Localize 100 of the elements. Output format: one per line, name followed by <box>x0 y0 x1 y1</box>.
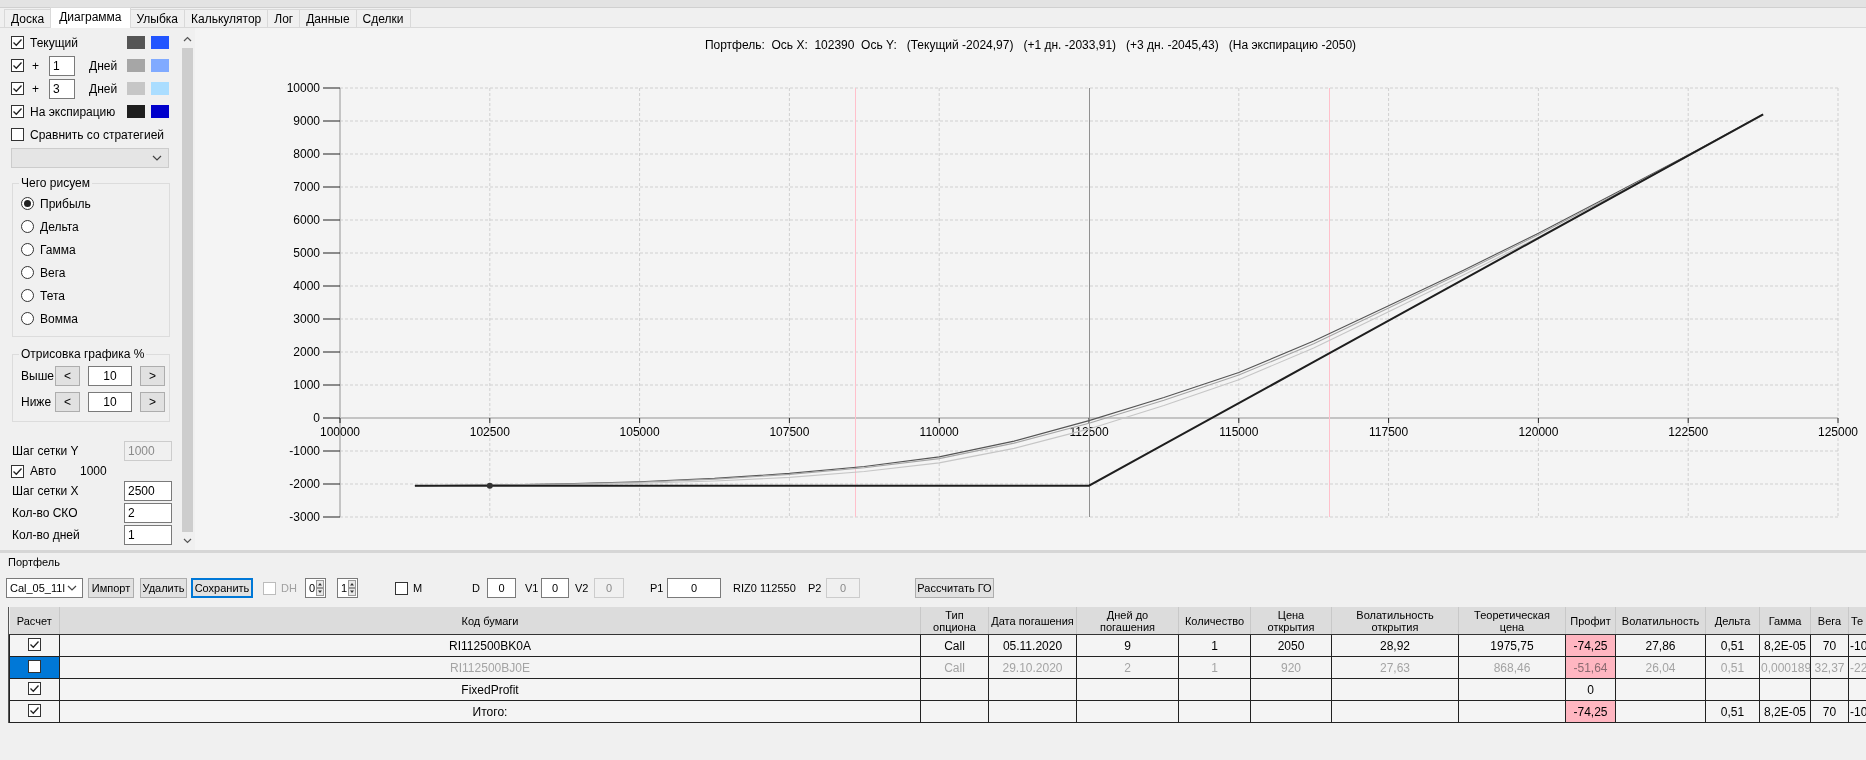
tab[interactable]: Калькулятор <box>184 9 269 27</box>
y-tick-label: 10000 <box>286 81 320 95</box>
column-header[interactable]: Дней до погашения <box>1076 607 1179 635</box>
value-field[interactable]: 0 <box>667 578 721 598</box>
column-header[interactable]: Тип опциона <box>920 607 989 635</box>
table-cell: RI112500BK0A <box>449 638 531 653</box>
checkbox-label: M <box>413 582 423 594</box>
y-tick-label: 0 <box>313 411 320 425</box>
percent-field[interactable]: 10 <box>88 366 132 386</box>
setting-field[interactable]: 2500 <box>124 481 172 501</box>
toolbar-button[interactable]: Сохранить <box>191 578 253 598</box>
setting-label: Шаг сетки X <box>12 484 79 498</box>
increase-button[interactable]: > <box>140 392 165 412</box>
radio-button[interactable] <box>21 266 34 279</box>
x-tick-label: 125000 <box>1818 425 1858 439</box>
radio-button[interactable] <box>21 197 34 210</box>
table-cell: 0,51 <box>1720 638 1745 653</box>
column-header[interactable]: Количество <box>1178 607 1251 635</box>
checkbox[interactable] <box>11 36 24 49</box>
column-header[interactable]: Код бумаги <box>59 607 921 635</box>
tab[interactable]: Диаграмма <box>50 7 131 28</box>
radio-button[interactable] <box>21 312 34 325</box>
setting-field[interactable]: 2 <box>124 503 172 523</box>
table-cell: 29.10.2020 <box>1002 660 1063 675</box>
color-swatch[interactable] <box>151 82 169 95</box>
value-field[interactable]: 0 <box>487 578 516 598</box>
setting-field[interactable]: 1 <box>124 525 172 545</box>
tab[interactable]: Доска <box>4 9 52 27</box>
column-header[interactable]: Теоретическая цена <box>1458 607 1566 635</box>
days-field[interactable]: 3 <box>49 78 75 99</box>
scroll-down-icon[interactable] <box>183 538 192 544</box>
spin-box[interactable]: 1 <box>337 578 358 598</box>
table-cell: 26,04 <box>1645 660 1676 675</box>
toolbar-button[interactable]: Рассчитать ГО <box>915 578 994 598</box>
toolbar-button[interactable]: Удалить <box>140 578 187 598</box>
radio-button[interactable] <box>21 243 34 256</box>
scrollbar-thumb[interactable] <box>182 48 193 532</box>
selected-cell[interactable] <box>9 656 60 679</box>
tab[interactable]: Сделки <box>355 9 411 27</box>
color-swatch[interactable] <box>127 59 145 72</box>
value-field[interactable]: 0 <box>541 578 569 598</box>
checkbox[interactable] <box>11 82 24 95</box>
radio-label: Вомма <box>40 311 78 326</box>
percent-field[interactable]: 10 <box>88 392 132 412</box>
checkbox[interactable] <box>28 704 41 717</box>
spin-arrows-icon[interactable] <box>348 580 356 596</box>
range-label: Выше <box>21 369 55 383</box>
checkbox[interactable] <box>28 659 41 673</box>
curve-label: Текущий <box>30 35 78 50</box>
column-header[interactable]: Расчет <box>9 607 60 635</box>
group-title: Портфель <box>8 556 60 568</box>
group-title: Чего рисуем <box>20 176 91 190</box>
color-swatch[interactable] <box>127 105 145 118</box>
checkbox[interactable] <box>11 128 24 141</box>
checkbox[interactable] <box>11 464 24 478</box>
increase-button[interactable]: > <box>140 366 165 386</box>
tab[interactable]: Данные <box>299 9 357 27</box>
column-header[interactable]: Волатильность <box>1615 607 1706 635</box>
spin-arrows-icon[interactable] <box>316 580 324 596</box>
portfolio-select[interactable]: Cal_05_11l <box>6 578 83 598</box>
color-swatch[interactable] <box>151 36 169 49</box>
color-swatch[interactable] <box>151 59 169 72</box>
column-header[interactable]: Дельта <box>1705 607 1760 635</box>
spin-box[interactable]: 0 <box>305 578 326 598</box>
table-cell: 1 <box>1211 638 1218 653</box>
toolbar-button[interactable]: Импорт <box>88 578 134 598</box>
checkbox-label: Авто <box>30 464 58 478</box>
table-cell: 0,51 <box>1720 660 1745 675</box>
radio-label: Тета <box>40 288 65 303</box>
days-field[interactable]: 1 <box>49 55 75 76</box>
setting-label: Шаг сетки Y <box>12 444 79 458</box>
color-swatch[interactable] <box>151 105 169 118</box>
days-label: Дней <box>89 58 118 73</box>
table-cell: FixedProfit <box>461 682 519 697</box>
decrease-button[interactable]: < <box>55 392 80 412</box>
checkbox[interactable] <box>11 59 24 72</box>
table-cell: -10 <box>1850 638 1866 653</box>
table-cell: RI112500BJ0E <box>450 660 530 675</box>
days-label: Дней <box>89 81 118 96</box>
color-swatch[interactable] <box>127 36 145 49</box>
checkbox[interactable] <box>395 581 408 595</box>
table-cell: 27,86 <box>1645 638 1676 653</box>
decrease-button[interactable]: < <box>55 366 80 386</box>
column-header[interactable]: Дата погашения <box>988 607 1077 635</box>
x-tick-label: 102500 <box>469 425 510 439</box>
radio-button[interactable] <box>21 289 34 302</box>
checkbox-label: Сравнить со стратегией <box>30 127 164 142</box>
column-header[interactable]: Вега <box>1810 607 1849 635</box>
checkbox[interactable] <box>11 105 24 118</box>
y-tick-label: 2000 <box>293 345 320 359</box>
radio-button[interactable] <box>21 220 34 233</box>
plus-sign: + <box>32 58 39 73</box>
column-header[interactable]: Цена открытия <box>1250 607 1332 635</box>
scroll-up-icon[interactable] <box>183 36 192 42</box>
checkbox[interactable] <box>28 638 41 651</box>
column-header[interactable]: Профит <box>1565 607 1616 635</box>
column-header[interactable]: Волатильность открытия <box>1331 607 1459 635</box>
column-header[interactable]: Гамма <box>1759 607 1811 635</box>
color-swatch[interactable] <box>127 82 145 95</box>
checkbox[interactable] <box>28 682 41 695</box>
